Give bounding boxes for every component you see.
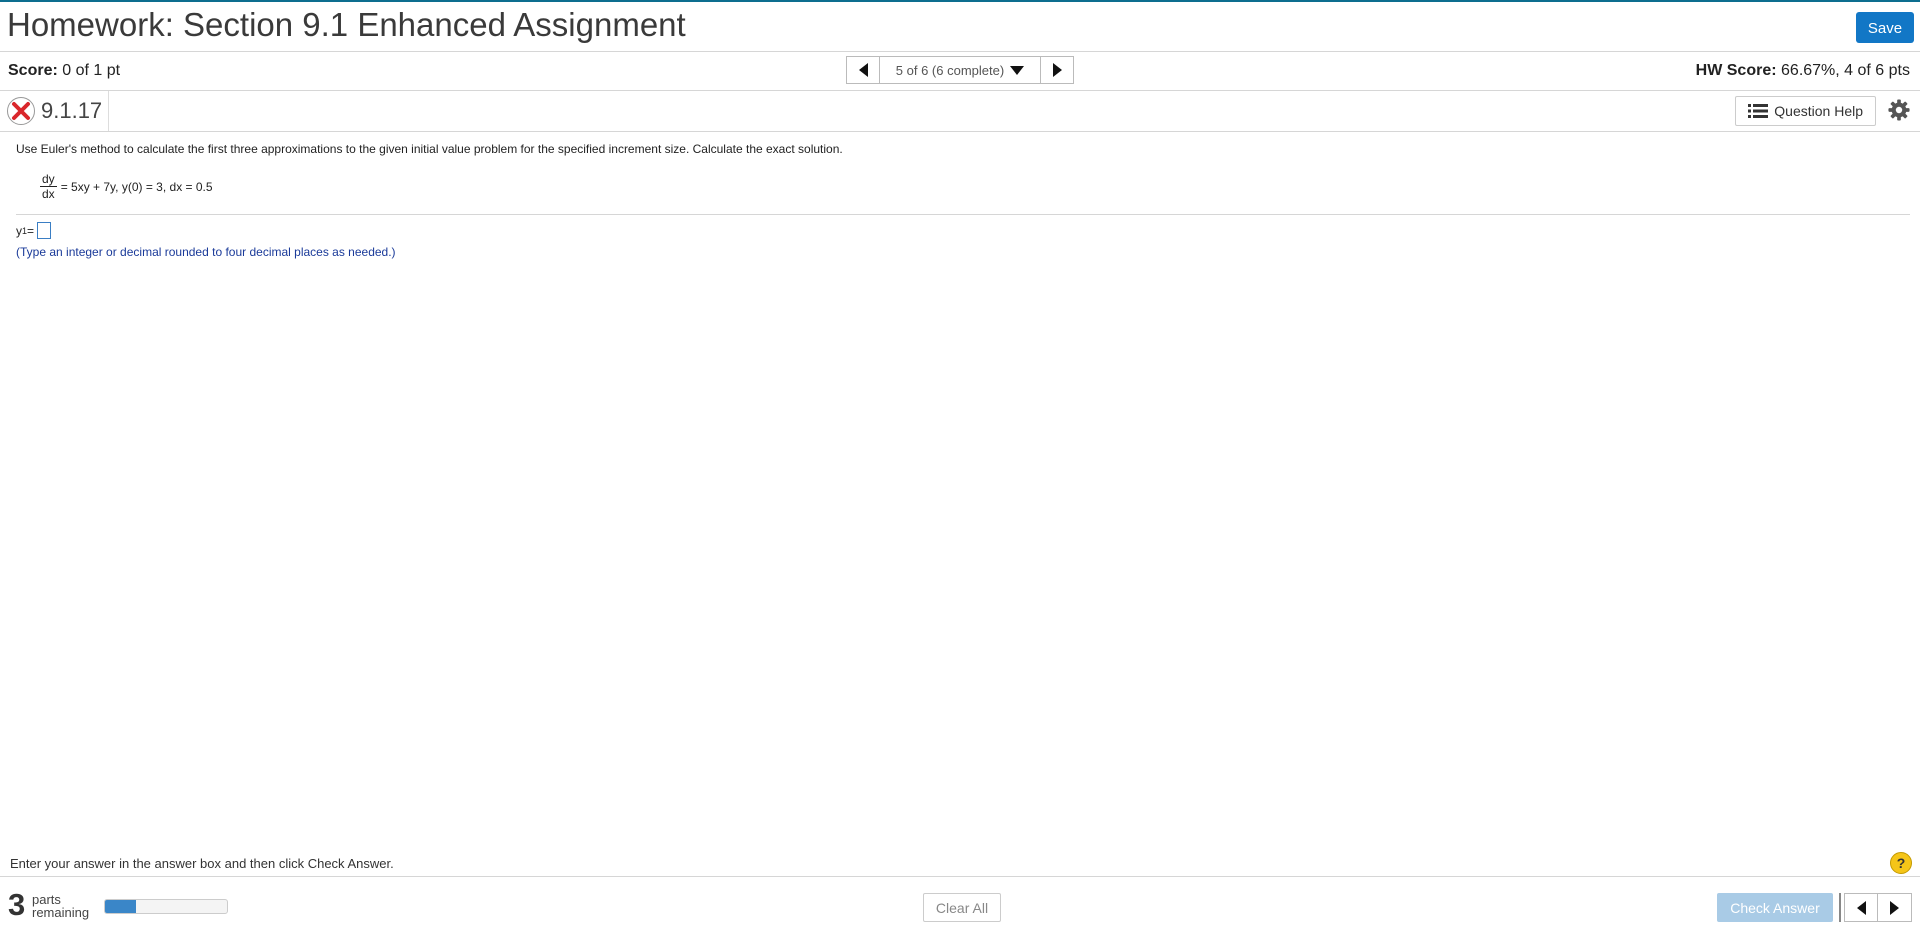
x-error-icon (7, 97, 35, 125)
footer-next-button[interactable] (1878, 893, 1912, 922)
equation: dy dx = 5xy + 7y, y(0) = 3, dx = 0.5 (40, 172, 213, 201)
chevron-left-icon (1856, 900, 1866, 915)
derivative-fraction: dy dx (40, 172, 57, 201)
footer-prev-button[interactable] (1844, 893, 1878, 922)
chevron-right-icon (1052, 63, 1062, 77)
question-help-button[interactable]: Question Help (1735, 96, 1876, 126)
parts-remaining-label: parts remaining (32, 893, 89, 919)
parts-remaining-count: 3 (8, 887, 26, 922)
answer-row: y1 = (16, 222, 52, 239)
question-number-divider (108, 91, 109, 131)
header: Homework: Section 9.1 Enhanced Assignmen… (0, 2, 1920, 52)
footer-nav-separator (1839, 893, 1841, 922)
question-number: 9.1.17 (41, 98, 103, 123)
list-icon (1748, 104, 1769, 118)
answer-equals: = (27, 223, 35, 238)
chevron-right-icon (1890, 900, 1899, 915)
next-question-button[interactable] (1040, 56, 1074, 84)
parts-progress-bar (104, 899, 228, 914)
dropdown-arrow-icon (1010, 65, 1025, 75)
answer-hint: (Type an integer or decimal rounded to f… (16, 245, 396, 259)
question-navigator: 5 of 6 (6 complete) (846, 56, 1074, 84)
question-divider (16, 214, 1910, 215)
fraction-denominator: dx (42, 187, 55, 201)
parts-progress-fill (105, 900, 136, 913)
hw-score-value: 66.67%, 4 of 6 pts (1781, 62, 1910, 79)
page-title: Homework: Section 9.1 Enhanced Assignmen… (7, 6, 686, 43)
footer-instruction: Enter your answer in the answer box and … (10, 856, 394, 871)
fraction-numerator: dy (40, 172, 57, 187)
footer-divider (0, 876, 1920, 877)
question-select[interactable]: 5 of 6 (6 complete) (880, 56, 1040, 84)
parts-label-line2: remaining (32, 905, 90, 920)
question-select-label: 5 of 6 (6 complete) (895, 62, 1005, 78)
clear-all-button[interactable]: Clear All (923, 893, 1001, 922)
save-button[interactable]: Save (1856, 12, 1914, 43)
footer-question-navigator (1844, 893, 1912, 922)
gear-icon[interactable] (1888, 99, 1910, 121)
question-bar: 9.1.17 Question Help (0, 91, 1920, 132)
hw-score: HW Score: 66.67%, 4 of 6 pts (1696, 62, 1910, 80)
equation-rest: = 5xy + 7y, y(0) = 3, dx = 0.5 (60, 179, 213, 194)
hw-score-label: HW Score: (1695, 62, 1777, 79)
score-value: 0 of 1 pt (62, 62, 121, 79)
check-answer-button[interactable]: Check Answer (1717, 893, 1833, 922)
question-help-label: Question Help (1774, 103, 1863, 119)
help-icon[interactable]: ? (1890, 852, 1912, 874)
chevron-left-icon (858, 63, 868, 77)
question-prompt: Use Euler's method to calculate the firs… (16, 142, 843, 156)
question-score: Score: 0 of 1 pt (8, 62, 120, 80)
prev-question-button[interactable] (846, 56, 880, 84)
score-bar: Score: 0 of 1 pt 5 of 6 (6 complete) HW … (0, 52, 1920, 91)
answer-input[interactable] (37, 222, 52, 239)
score-label: Score: (8, 62, 58, 79)
